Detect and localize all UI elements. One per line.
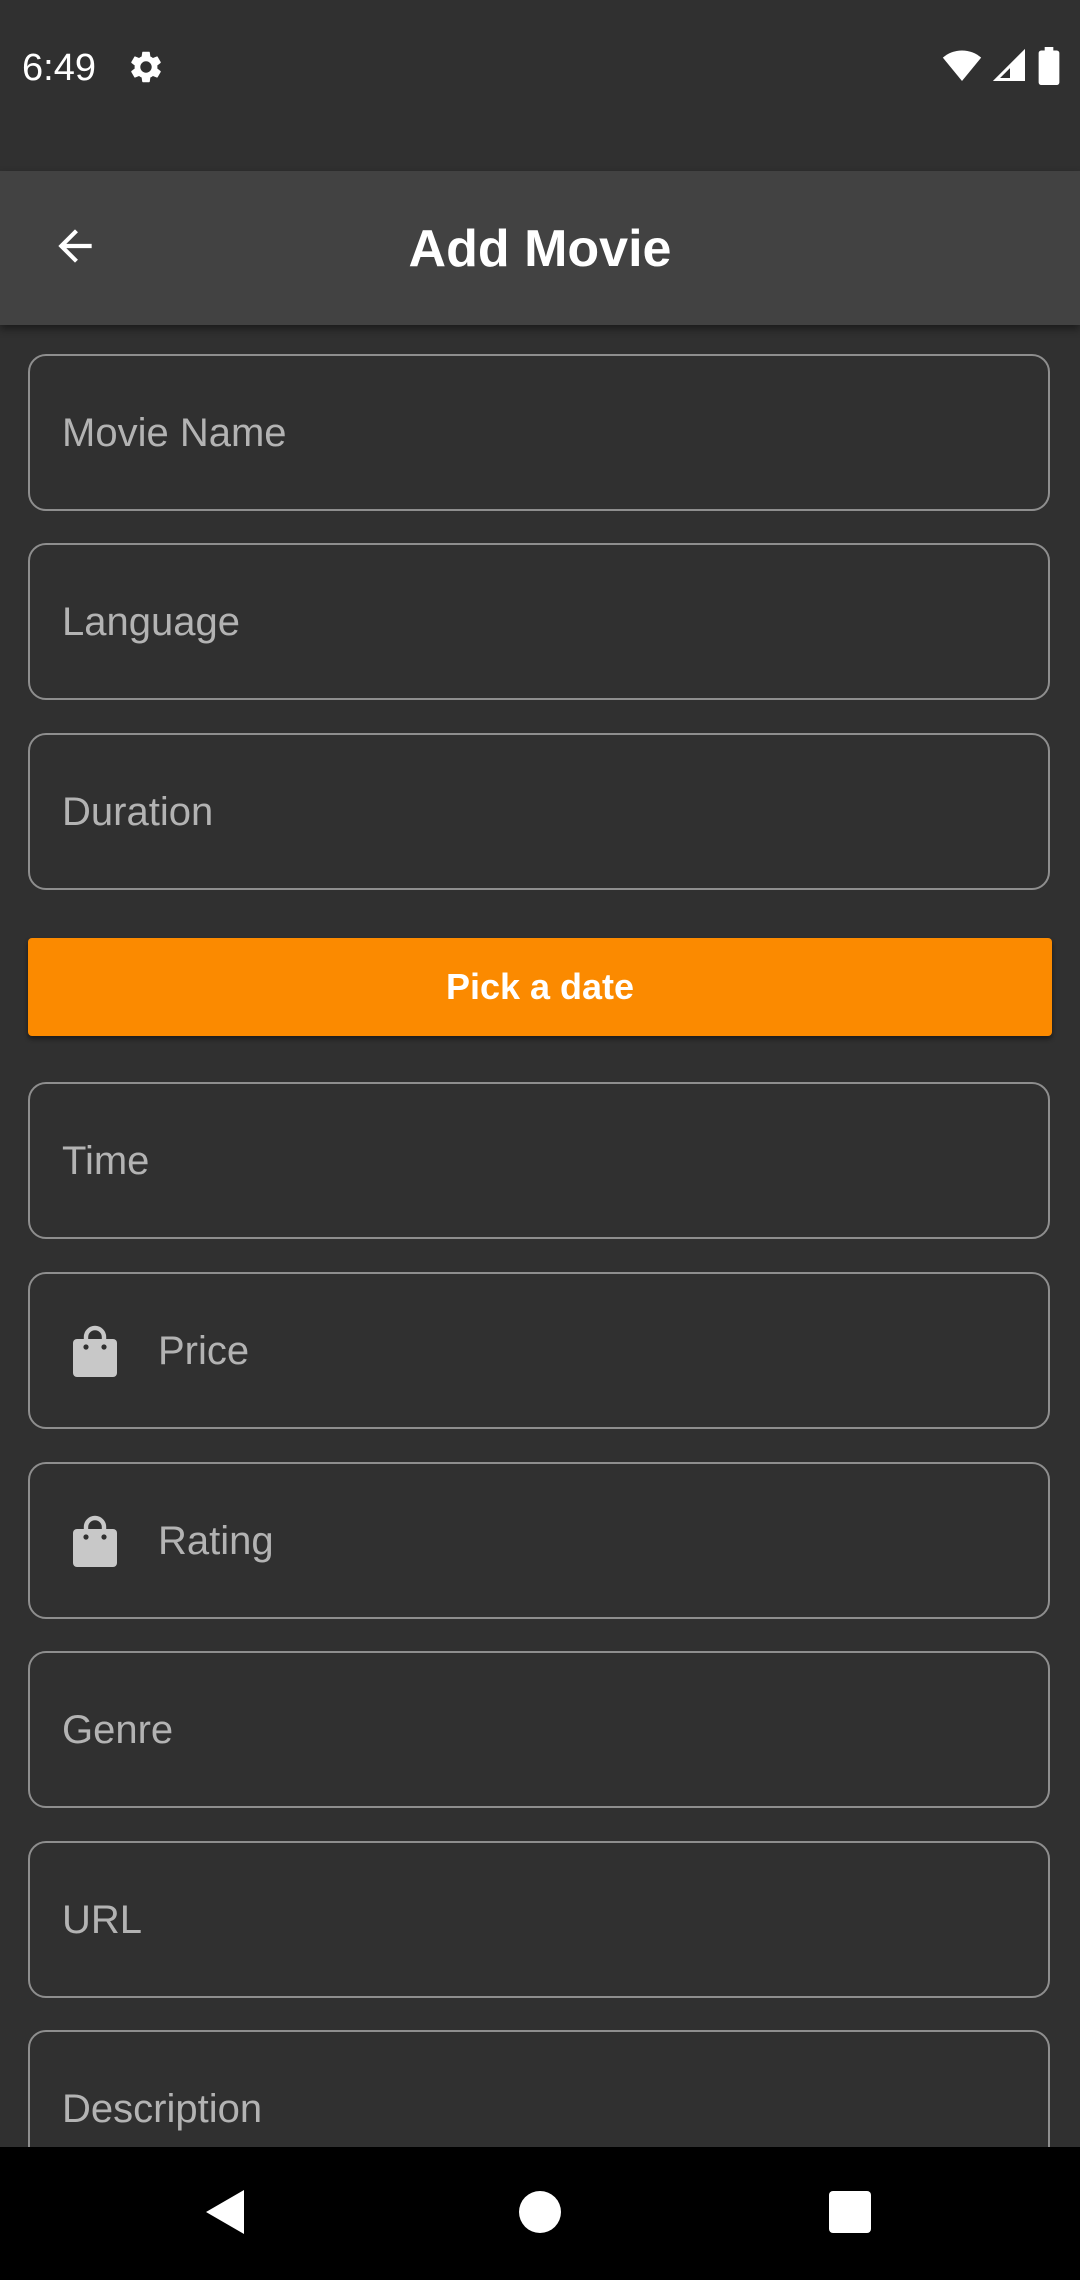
navigation-bar (0, 2147, 1080, 2280)
page-title: Add Movie (408, 220, 672, 278)
movie-name-placeholder: Movie Name (62, 410, 287, 455)
rating-field[interactable]: Rating (28, 1462, 1050, 1619)
wifi-icon (942, 48, 982, 89)
nav-home-icon (518, 2190, 562, 2239)
nav-recents-icon (829, 2190, 871, 2238)
status-icons (942, 46, 1060, 90)
shopping-bag-icon (72, 1325, 118, 1377)
language-placeholder: Language (62, 599, 240, 644)
nav-recents-button[interactable] (813, 2177, 887, 2251)
time-field[interactable]: Time (28, 1082, 1050, 1239)
url-placeholder: URL (62, 1897, 143, 1942)
nav-back-icon (204, 2188, 248, 2241)
description-placeholder: Description (62, 2086, 263, 2131)
cellular-signal-icon (992, 48, 1028, 89)
rating-placeholder: Rating (158, 1518, 274, 1563)
nav-home-button[interactable] (503, 2177, 577, 2251)
duration-placeholder: Duration (62, 789, 214, 834)
nav-back-button[interactable] (189, 2177, 263, 2251)
app-bar: Add Movie (0, 171, 1080, 325)
time-placeholder: Time (62, 1138, 150, 1183)
pick-date-button[interactable]: Pick a date (28, 938, 1052, 1036)
shopping-bag-icon (72, 1515, 118, 1567)
price-field[interactable]: Price (28, 1272, 1050, 1429)
movie-name-field[interactable]: Movie Name (28, 354, 1050, 511)
duration-field[interactable]: Duration (28, 733, 1050, 890)
status-bar: 6:49 (0, 0, 1080, 171)
url-field[interactable]: URL (28, 1841, 1050, 1998)
genre-field[interactable]: Genre (28, 1651, 1050, 1808)
description-field[interactable]: Description (28, 2030, 1050, 2147)
add-movie-form: Movie Name Language Duration Pick a date… (0, 325, 1080, 2147)
language-field[interactable]: Language (28, 543, 1050, 700)
battery-icon (1038, 46, 1060, 90)
price-placeholder: Price (158, 1328, 250, 1373)
status-time: 6:49 (22, 47, 96, 89)
genre-placeholder: Genre (62, 1707, 174, 1752)
settings-gear-icon (127, 48, 165, 86)
add-movie-screen: 6:49 Add Movie Movie Name Language Durat… (0, 0, 1080, 2280)
